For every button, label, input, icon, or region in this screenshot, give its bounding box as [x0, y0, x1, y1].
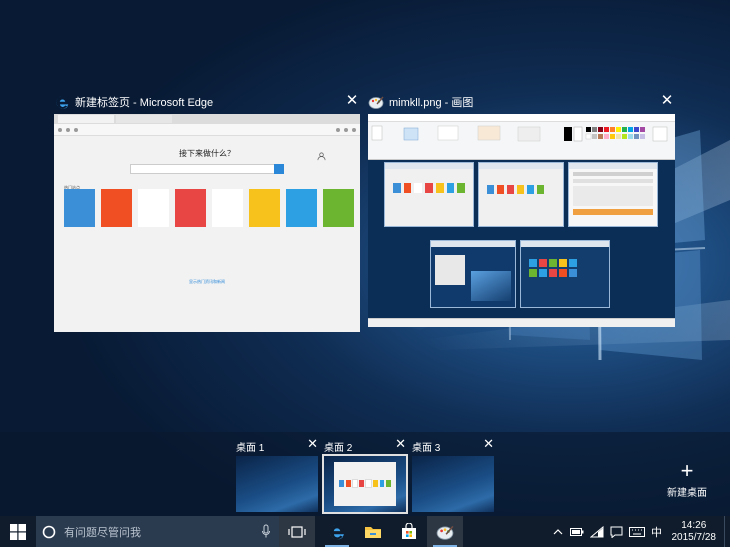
- new-desktop-button[interactable]: + 新建桌面: [664, 460, 710, 500]
- window-header: mimkll.png - 画图 ✕: [368, 92, 675, 112]
- desktop-thumbnail[interactable]: [412, 456, 494, 512]
- page-heading: 接下来做什么？: [179, 149, 235, 158]
- taskbar-store-button[interactable]: [391, 516, 427, 547]
- clock[interactable]: 14:26 2015/7/28: [666, 516, 725, 547]
- site-tile: [323, 189, 354, 227]
- top-sites-tiles: [64, 189, 354, 227]
- action-center-icon[interactable]: [607, 516, 626, 547]
- nested-window-thumb: [478, 162, 564, 227]
- ime-indicator[interactable]: 中: [648, 516, 666, 547]
- browser-addressbar: [54, 124, 360, 136]
- site-tile: [249, 189, 280, 227]
- close-desktop-button[interactable]: ✕: [483, 437, 494, 451]
- task-view-button[interactable]: [279, 516, 315, 547]
- edge-icon: [329, 524, 344, 539]
- show-desktop-button[interactable]: [724, 516, 730, 547]
- close-desktop-button[interactable]: ✕: [307, 437, 318, 451]
- close-desktop-button[interactable]: ✕: [395, 437, 406, 451]
- microphone-icon[interactable]: [261, 524, 271, 544]
- task-window-edge[interactable]: 新建标签页 - Microsoft Edge ✕ 接下来做什么？ 热门站点 显示…: [54, 92, 360, 332]
- taskbar-paint-button[interactable]: [427, 516, 463, 547]
- paint-icon: [368, 94, 384, 110]
- paint-statusbar: [368, 318, 675, 327]
- search-placeholder: 有问题尽管问我: [64, 526, 141, 539]
- desktop-thumbnail[interactable]: [236, 456, 318, 512]
- window-thumbnail[interactable]: [368, 114, 675, 327]
- desktop-thumbnail[interactable]: [322, 454, 408, 514]
- close-window-button[interactable]: ✕: [659, 93, 675, 109]
- nested-window-thumb: [520, 240, 610, 308]
- close-window-button[interactable]: ✕: [344, 93, 360, 109]
- avatar-icon: [317, 148, 326, 161]
- cortana-search-box[interactable]: 有问题尽管问我: [36, 516, 279, 547]
- taskbar: 有问题尽管问我 中 14:26 2015/7/28: [0, 516, 730, 547]
- site-tile: [101, 189, 132, 227]
- keyboard-icon[interactable]: [626, 516, 648, 547]
- start-button[interactable]: [0, 516, 36, 547]
- window-thumbnail[interactable]: 接下来做什么？ 热门站点 显示热门资讯和新闻: [54, 114, 360, 332]
- task-window-paint[interactable]: mimkll.png - 画图 ✕: [368, 92, 675, 327]
- chevron-up-icon[interactable]: [549, 516, 567, 547]
- clock-date: 2015/7/28: [671, 531, 717, 543]
- cortana-icon: [42, 525, 56, 538]
- system-tray: 中 14:26 2015/7/28: [549, 516, 730, 547]
- search-input: [130, 164, 284, 174]
- news-link: 显示热门资讯和新闻: [189, 279, 225, 284]
- task-view-icon: [288, 525, 306, 538]
- site-tile: [286, 189, 317, 227]
- paint-ribbon: [368, 122, 675, 160]
- desktop-3[interactable]: 桌面 3 ✕: [412, 436, 494, 514]
- desktop-label: 桌面 1: [236, 443, 265, 454]
- edge-icon: [54, 94, 70, 110]
- desktop-1[interactable]: 桌面 1 ✕: [236, 436, 318, 514]
- taskbar-edge-button[interactable]: [319, 516, 355, 547]
- browser-tabbar: [54, 114, 360, 124]
- nested-window-thumb: [430, 240, 516, 308]
- window-title: mimkll.png - 画图: [389, 97, 474, 109]
- window-header: 新建标签页 - Microsoft Edge ✕: [54, 92, 360, 112]
- desktop-2[interactable]: 桌面 2 ✕: [322, 436, 408, 514]
- desktop-label: 桌面 2: [324, 443, 353, 454]
- site-tile: [212, 189, 243, 227]
- nested-window-thumb: [384, 162, 474, 227]
- site-tile: [64, 189, 95, 227]
- desktop-label: 桌面 3: [412, 443, 441, 454]
- window-title: 新建标签页 - Microsoft Edge: [75, 97, 214, 109]
- site-tile: [138, 189, 169, 227]
- network-icon[interactable]: [587, 516, 607, 547]
- clock-time: 14:26: [681, 519, 707, 531]
- windows-logo-icon: [10, 523, 26, 540]
- paint-icon: [436, 525, 454, 540]
- file-explorer-icon: [365, 526, 381, 538]
- battery-icon[interactable]: [567, 516, 587, 547]
- plus-icon: +: [680, 458, 694, 483]
- nested-window-thumb: [568, 162, 658, 227]
- site-tile: [175, 189, 206, 227]
- taskbar-file-explorer-button[interactable]: [355, 516, 391, 547]
- new-desktop-label: 新建桌面: [667, 488, 707, 499]
- store-icon: [402, 523, 416, 539]
